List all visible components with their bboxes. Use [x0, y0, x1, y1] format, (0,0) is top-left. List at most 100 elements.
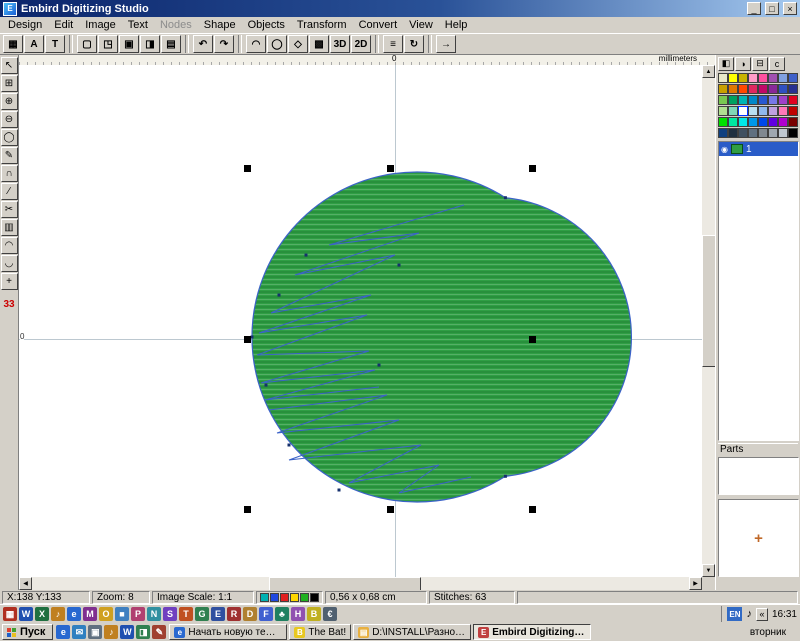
zoom-window-tool[interactable]: ⊞: [1, 75, 18, 92]
palette-color-39[interactable]: [788, 117, 798, 127]
selection-handle-se[interactable]: [529, 506, 536, 513]
import-design-button[interactable]: ◨: [140, 35, 160, 53]
quick-launch-icon[interactable]: ♪: [104, 625, 118, 639]
print-design-button[interactable]: ▤: [161, 35, 181, 53]
desktop-toolbar-icon[interactable]: E: [211, 607, 225, 621]
palette-color-23[interactable]: [788, 95, 798, 105]
object-list-item[interactable]: ◉ 1: [719, 142, 798, 156]
letter-tool-button[interactable]: A: [24, 35, 44, 53]
image-mode-button[interactable]: ▦: [3, 35, 23, 53]
palette-color-24[interactable]: [718, 106, 728, 116]
palette-color-19[interactable]: [748, 95, 758, 105]
palette-color-3[interactable]: [748, 73, 758, 83]
fill-mode-button[interactable]: ▩: [309, 35, 329, 53]
menu-item-transform[interactable]: Transform: [291, 18, 353, 32]
palette-color-11[interactable]: [748, 84, 758, 94]
menu-item-help[interactable]: Help: [439, 18, 474, 32]
desktop-toolbar-icon[interactable]: ♣: [275, 607, 289, 621]
curve-tool[interactable]: ∩: [1, 165, 18, 182]
select-tool[interactable]: ↖: [1, 57, 18, 74]
node-tool[interactable]: +: [1, 273, 18, 290]
line-tool[interactable]: ∕: [1, 183, 18, 200]
redo-button[interactable]: ↷: [214, 35, 234, 53]
palette-color-0[interactable]: [718, 73, 728, 83]
thread-palette-button[interactable]: ◧: [718, 57, 734, 71]
desktop-toolbar-icon[interactable]: ▦: [3, 607, 17, 621]
quick-launch-icon[interactable]: ✉: [72, 625, 86, 639]
desktop-toolbar-icon[interactable]: B: [307, 607, 321, 621]
palette-color-37[interactable]: [768, 117, 778, 127]
palette-color-25[interactable]: [728, 106, 738, 116]
view-3d-button[interactable]: 3D: [330, 35, 350, 53]
menu-item-text[interactable]: Text: [122, 18, 154, 32]
palette-color-40[interactable]: [718, 128, 728, 138]
desktop-toolbar-icon[interactable]: H: [291, 607, 305, 621]
circle-shape-button[interactable]: ◯: [267, 35, 287, 53]
close-button[interactable]: ×: [783, 2, 797, 15]
visibility-eye-icon[interactable]: ◉: [721, 145, 728, 154]
desktop-toolbar-icon[interactable]: D: [243, 607, 257, 621]
parts-list[interactable]: [718, 457, 799, 495]
palette-color-44[interactable]: [758, 128, 768, 138]
palette-color-16[interactable]: [718, 95, 728, 105]
desktop-toolbar-icon[interactable]: M: [83, 607, 97, 621]
desktop-toolbar-icon[interactable]: P: [131, 607, 145, 621]
palette-color-9[interactable]: [728, 84, 738, 94]
desktop-toolbar-icon[interactable]: S: [163, 607, 177, 621]
palette-color-42[interactable]: [738, 128, 748, 138]
undo-button[interactable]: ↶: [193, 35, 213, 53]
desktop-toolbar-icon[interactable]: G: [195, 607, 209, 621]
desktop-toolbar-icon[interactable]: €: [323, 607, 337, 621]
palette-color-26[interactable]: [738, 106, 748, 116]
nav-arrow-button[interactable]: →: [436, 35, 456, 53]
palette-color-4[interactable]: [758, 73, 768, 83]
selection-handle-sw[interactable]: [244, 506, 251, 513]
pencil-tool[interactable]: ✎: [1, 147, 18, 164]
quick-launch-icon[interactable]: ◨: [136, 625, 150, 639]
selection-handle-e[interactable]: [529, 336, 536, 343]
text-tool-button[interactable]: T: [45, 35, 65, 53]
scroll-left-button[interactable]: ◀: [19, 577, 32, 590]
palette-color-33[interactable]: [728, 117, 738, 127]
palette-color-34[interactable]: [738, 117, 748, 127]
scroll-down-button[interactable]: ▼: [702, 564, 715, 577]
design-canvas[interactable]: 0: [19, 65, 702, 577]
ellipse-tool[interactable]: ◯: [1, 129, 18, 146]
palette-color-1[interactable]: [728, 73, 738, 83]
color-wheel-button[interactable]: ◑: [735, 57, 751, 71]
clock[interactable]: 16:31: [772, 609, 797, 620]
palette-color-31[interactable]: [788, 106, 798, 116]
selection-handle-ne[interactable]: [529, 165, 536, 172]
menu-item-view[interactable]: View: [403, 18, 439, 32]
palette-color-27[interactable]: [748, 106, 758, 116]
palette-color-12[interactable]: [758, 84, 768, 94]
palette-color-32[interactable]: [718, 117, 728, 127]
fill-tool[interactable]: ▥: [1, 219, 18, 236]
menu-item-design[interactable]: Design: [2, 18, 48, 32]
desktop-toolbar-icon[interactable]: W: [19, 607, 33, 621]
open-design-button[interactable]: ◳: [98, 35, 118, 53]
taskbar-task[interactable]: eНачать новую тему :: В...: [169, 624, 287, 640]
arc-tool[interactable]: ◡: [1, 255, 18, 272]
taskbar-task[interactable]: BThe Bat!: [289, 624, 351, 640]
palette-color-28[interactable]: [758, 106, 768, 116]
palette-color-30[interactable]: [778, 106, 788, 116]
maximize-button[interactable]: □: [765, 2, 779, 15]
desktop-toolbar-icon[interactable]: T: [179, 607, 193, 621]
palette-color-29[interactable]: [768, 106, 778, 116]
outline-shape-button[interactable]: ◇: [288, 35, 308, 53]
object-list[interactable]: ◉ 1: [718, 141, 799, 441]
zoom-in-tool[interactable]: ⊕: [1, 93, 18, 110]
regenerate-button[interactable]: ↻: [404, 35, 424, 53]
menu-item-shape[interactable]: Shape: [198, 18, 242, 32]
selection-handle-w[interactable]: [244, 336, 251, 343]
vertical-scrollbar[interactable]: ▲ ▼: [702, 65, 715, 577]
palette-color-21[interactable]: [768, 95, 778, 105]
zoom-out-tool[interactable]: ⊖: [1, 111, 18, 128]
palette-color-18[interactable]: [738, 95, 748, 105]
quick-launch-icon[interactable]: e: [56, 625, 70, 639]
selection-handle-n[interactable]: [387, 165, 394, 172]
desktop-toolbar-icon[interactable]: R: [227, 607, 241, 621]
menu-item-nodes[interactable]: Nodes: [154, 18, 198, 32]
palette-color-38[interactable]: [778, 117, 788, 127]
